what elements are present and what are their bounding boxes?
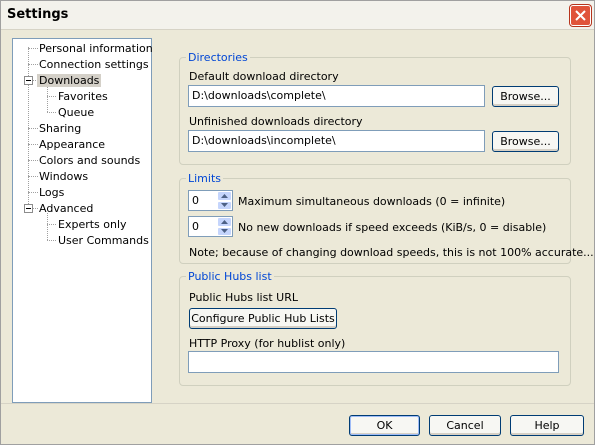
tree-connector: [28, 144, 38, 145]
directories-group-title: Directories: [186, 51, 250, 64]
speed-limit-label: No new downloads if speed exceeds (KiB/s…: [238, 221, 547, 234]
cancel-button[interactable]: Cancel: [429, 415, 501, 436]
hubs-url-label: Public Hubs list URL: [189, 291, 298, 304]
tree-connector: [28, 64, 38, 65]
tree-item-sharing[interactable]: Sharing: [39, 122, 81, 136]
http-proxy-input[interactable]: [188, 351, 559, 373]
tree-item-experts-only[interactable]: Experts only: [58, 218, 127, 232]
minus-icon: [26, 80, 31, 81]
spin-up-button[interactable]: [217, 191, 232, 201]
tree-item-queue[interactable]: Queue: [58, 106, 94, 120]
tree-item-favorites[interactable]: Favorites: [58, 90, 108, 104]
max-downloads-label: Maximum simultaneous downloads (0 = infi…: [238, 195, 506, 208]
up-arrow-icon: [221, 193, 228, 198]
tree-connector: [47, 85, 48, 112]
title-bar: Settings: [1, 1, 594, 30]
unfinished-directory-label: Unfinished downloads directory: [189, 115, 363, 128]
settings-tree[interactable]: Personal information Connection settings…: [12, 38, 153, 403]
spin-down-button[interactable]: [217, 226, 232, 236]
tree-connector: [28, 128, 38, 129]
default-directory-label: Default download directory: [189, 70, 339, 83]
window-title: Settings: [7, 7, 69, 22]
ok-button[interactable]: OK: [349, 415, 420, 436]
settings-window: Settings Personal information Connection…: [0, 0, 595, 445]
down-arrow-icon: [221, 229, 228, 234]
down-arrow-icon: [221, 203, 228, 208]
tree-connector: [47, 240, 56, 241]
speed-limit-value: 0: [192, 220, 199, 233]
default-directory-input[interactable]: D:\downloads\complete\: [188, 85, 485, 107]
tree-connector: [47, 224, 56, 225]
configure-hub-lists-button[interactable]: Configure Public Hub Lists: [189, 308, 337, 329]
tree-connector: [47, 112, 56, 113]
collapse-downloads-toggle[interactable]: [24, 76, 33, 85]
tree-item-personal-information[interactable]: Personal information: [39, 42, 153, 56]
speed-limit-spinner[interactable]: 0: [188, 216, 233, 237]
limits-note: Note; because of changing download speed…: [189, 246, 594, 259]
collapse-advanced-toggle[interactable]: [24, 204, 33, 213]
max-downloads-spinner[interactable]: 0: [188, 190, 233, 211]
public-hubs-group-title: Public Hubs list: [186, 270, 274, 283]
tree-item-advanced[interactable]: Advanced: [39, 202, 93, 216]
minus-icon: [26, 208, 31, 209]
max-downloads-value: 0: [192, 194, 199, 207]
unfinished-directory-input[interactable]: D:\downloads\incomplete\: [188, 130, 485, 152]
up-arrow-icon: [221, 219, 228, 224]
limits-group-title: Limits: [186, 172, 223, 185]
footer-separator: [1, 403, 594, 404]
close-button[interactable]: [570, 5, 591, 26]
tree-item-appearance[interactable]: Appearance: [39, 138, 105, 152]
tree-connector: [28, 160, 38, 161]
tree-item-user-commands[interactable]: User Commands: [58, 234, 149, 248]
help-button[interactable]: Help: [510, 415, 584, 436]
tree-item-colors-and-sounds[interactable]: Colors and sounds: [39, 154, 140, 168]
tree-connector: [47, 96, 56, 97]
tree-connector: [47, 213, 48, 240]
tree-connector: [33, 208, 38, 209]
tree-connector: [28, 176, 38, 177]
tree-item-windows[interactable]: Windows: [39, 170, 88, 184]
browse-default-button[interactable]: Browse...: [492, 86, 559, 107]
spin-up-button[interactable]: [217, 217, 232, 227]
tree-connector: [28, 192, 38, 193]
tree-item-downloads[interactable]: Downloads: [37, 74, 102, 88]
browse-unfinished-button[interactable]: Browse...: [492, 131, 559, 152]
tree-item-connection-settings[interactable]: Connection settings: [39, 58, 149, 72]
tree-connector: [28, 48, 38, 49]
http-proxy-label: HTTP Proxy (for hublist only): [189, 337, 346, 350]
close-icon: [575, 10, 586, 21]
spin-down-button[interactable]: [217, 200, 232, 210]
tree-item-logs[interactable]: Logs: [39, 186, 64, 200]
